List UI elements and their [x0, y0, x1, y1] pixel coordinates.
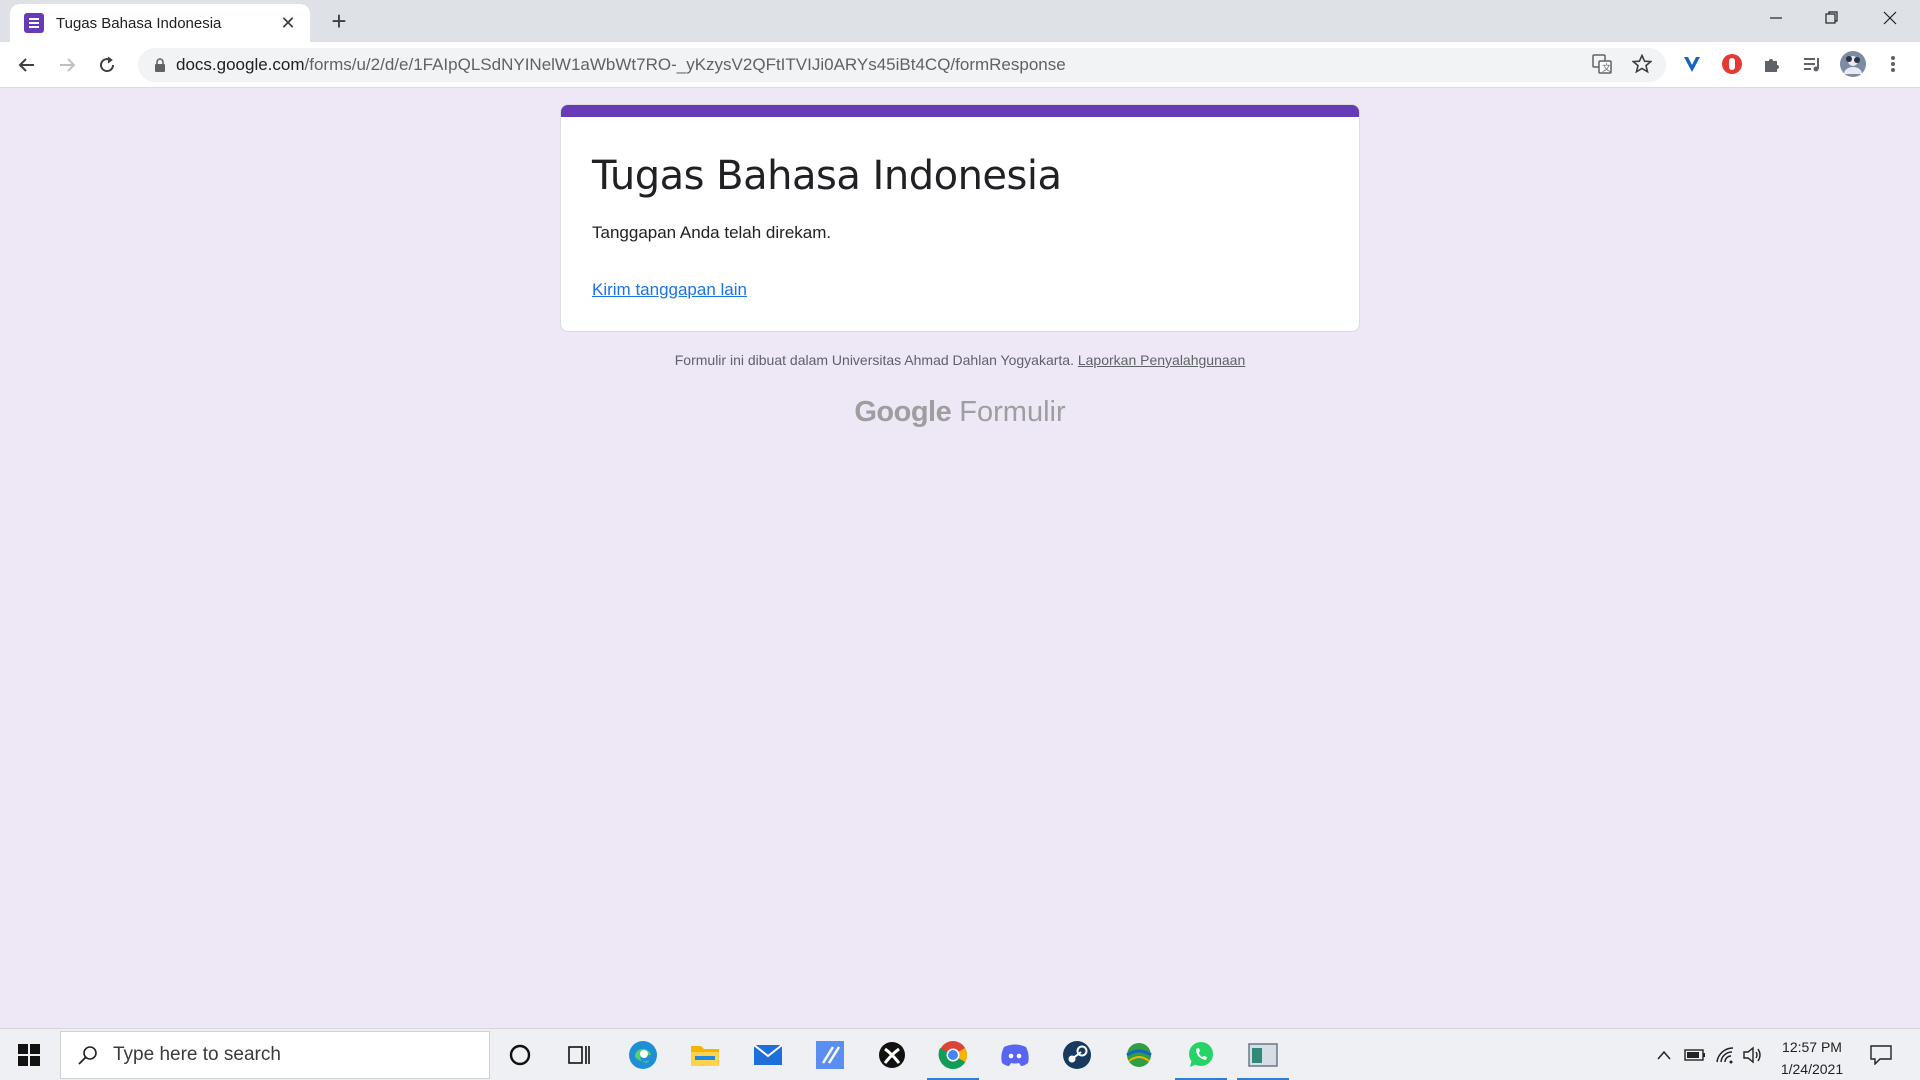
- minimize-icon: [1770, 17, 1782, 19]
- url-path: /forms/u/2/d/e/1FAIpQLSdNYINelW1aWbWt7RO…: [304, 55, 1066, 74]
- restore-button[interactable]: [1804, 0, 1860, 36]
- chevron-up-icon: [1657, 1050, 1671, 1060]
- menu-more-icon[interactable]: [1878, 49, 1908, 79]
- file-explorer-button[interactable]: [677, 1029, 733, 1080]
- clock-date: 1/24/2021: [1780, 1061, 1844, 1077]
- extension-red-icon[interactable]: [1717, 49, 1747, 79]
- brand-product: Formulir: [959, 396, 1066, 428]
- google-forms-favicon-icon: [24, 13, 44, 33]
- action-center-button[interactable]: [1866, 1029, 1896, 1080]
- address-bar[interactable]: docs.google.com/forms/u/2/d/e/1FAIpQLSdN…: [138, 48, 1666, 82]
- taskbar-search-box[interactable]: Type here to search: [60, 1031, 490, 1079]
- app-icon: [816, 1041, 844, 1069]
- submit-another-response-link[interactable]: Kirim tanggapan lain: [592, 280, 747, 300]
- svg-text:文: 文: [1602, 62, 1611, 73]
- wifi-icon: [1716, 1047, 1734, 1064]
- report-abuse-link[interactable]: Laporkan Penyalahgunaan: [1078, 352, 1245, 368]
- browser-tab-strip: Tugas Bahasa Indonesia ✕ +: [0, 0, 1920, 42]
- back-button[interactable]: [11, 49, 43, 81]
- url-text: docs.google.com/forms/u/2/d/e/1FAIpQLSdN…: [176, 55, 1066, 75]
- xbox-icon: [879, 1042, 905, 1068]
- volume-control[interactable]: [1740, 1029, 1766, 1080]
- tab-close-icon[interactable]: ✕: [278, 13, 298, 34]
- discord-icon: [1001, 1044, 1029, 1066]
- whatsapp-icon: [1189, 1042, 1213, 1067]
- speaker-icon: [1743, 1046, 1761, 1064]
- profile-avatar[interactable]: [1838, 49, 1868, 79]
- show-hidden-icons-button[interactable]: [1652, 1029, 1676, 1080]
- media-queue-icon[interactable]: [1797, 49, 1827, 79]
- lock-icon[interactable]: [150, 58, 170, 72]
- xbox-button[interactable]: [864, 1029, 920, 1080]
- footer-note-text: Formulir ini dibuat dalam Universitas Ah…: [674, 352, 1074, 368]
- idm-icon: [1126, 1043, 1152, 1067]
- notification-icon: [1870, 1045, 1892, 1065]
- bookmark-star-icon[interactable]: [1627, 49, 1657, 79]
- confirmation-message: Tanggapan Anda telah direkam.: [592, 223, 832, 242]
- google-forms-logo[interactable]: Google Formulir: [560, 396, 1360, 429]
- minimize-button[interactable]: [1748, 0, 1804, 36]
- edge-button[interactable]: [615, 1029, 671, 1080]
- steam-icon: [1063, 1041, 1091, 1069]
- app-button[interactable]: [802, 1029, 858, 1080]
- window-app-icon: [1248, 1043, 1278, 1067]
- task-view-icon: [568, 1046, 590, 1064]
- form-title: Tugas Bahasa Indonesia: [592, 153, 1062, 199]
- whatsapp-button[interactable]: [1173, 1029, 1229, 1080]
- search-placeholder: Type here to search: [113, 1044, 281, 1065]
- download-manager-button[interactable]: [1111, 1029, 1167, 1080]
- search-icon: [78, 1046, 97, 1065]
- url-host: docs.google.com: [176, 55, 305, 74]
- start-button[interactable]: [0, 1029, 58, 1080]
- windows-taskbar: Type here to search 12:57 PM 1/24/2021: [0, 1028, 1920, 1080]
- windows-logo-icon: [18, 1044, 40, 1066]
- edge-icon: [629, 1041, 657, 1069]
- form-accent-bar: [561, 105, 1359, 117]
- reload-icon: [100, 56, 115, 73]
- clock-time: 12:57 PM: [1782, 1039, 1842, 1055]
- tab-title: Tugas Bahasa Indonesia: [56, 14, 222, 32]
- chrome-button[interactable]: [925, 1029, 981, 1080]
- browser-tab[interactable]: Tugas Bahasa Indonesia ✕: [10, 4, 310, 42]
- reload-button[interactable]: [91, 49, 123, 81]
- network-status[interactable]: [1712, 1029, 1738, 1080]
- form-footer-note: Formulir ini dibuat dalam Universitas Ah…: [560, 352, 1360, 368]
- battery-status[interactable]: [1682, 1029, 1708, 1080]
- file-explorer-icon: [691, 1046, 719, 1066]
- close-icon: [1883, 11, 1897, 25]
- translate-icon[interactable]: 文: [1587, 49, 1617, 79]
- cortana-button[interactable]: [492, 1029, 548, 1080]
- brand-google: Google: [854, 396, 952, 428]
- extension-v-icon[interactable]: [1677, 49, 1707, 79]
- extensions-puzzle-icon[interactable]: [1757, 49, 1787, 79]
- chrome-icon: [938, 1041, 967, 1069]
- discord-button[interactable]: [987, 1029, 1043, 1080]
- new-tab-button[interactable]: +: [324, 6, 354, 36]
- arrow-left-icon: [18, 58, 34, 72]
- task-view-button[interactable]: [552, 1029, 608, 1080]
- restore-icon: [1825, 11, 1838, 24]
- mail-button[interactable]: [740, 1029, 796, 1080]
- battery-icon: [1684, 1049, 1705, 1061]
- steam-button[interactable]: [1049, 1029, 1105, 1080]
- forward-button[interactable]: [51, 49, 83, 81]
- arrow-right-icon: [60, 58, 76, 72]
- close-window-button[interactable]: [1862, 0, 1918, 36]
- form-response-card: Tugas Bahasa Indonesia Tanggapan Anda te…: [560, 104, 1360, 332]
- cortana-icon: [509, 1044, 531, 1066]
- window-app-button[interactable]: [1235, 1029, 1291, 1080]
- browser-toolbar: docs.google.com/forms/u/2/d/e/1FAIpQLSdN…: [0, 42, 1920, 88]
- mail-icon: [753, 1044, 783, 1065]
- taskbar-clock[interactable]: 12:57 PM 1/24/2021: [1770, 1036, 1854, 1080]
